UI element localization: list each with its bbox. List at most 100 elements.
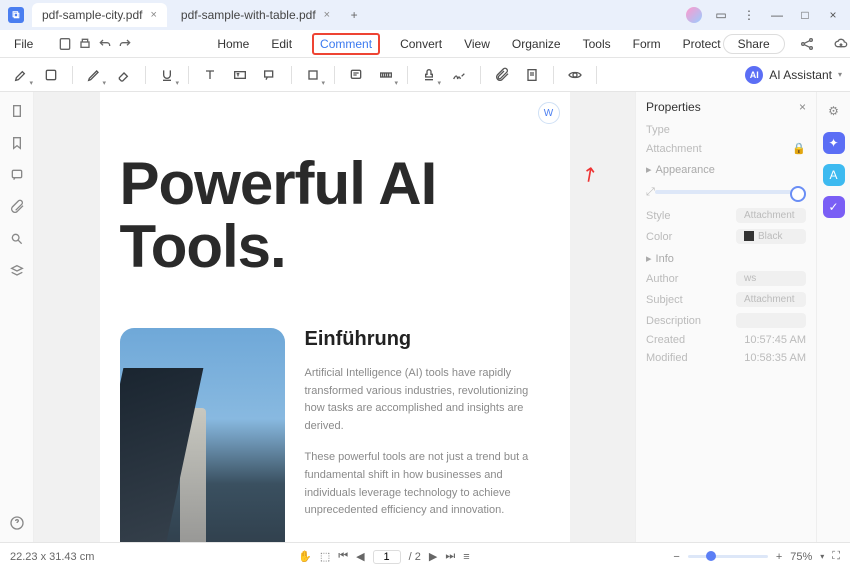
cloud-upload-icon[interactable]	[831, 34, 850, 54]
help-icon[interactable]	[8, 514, 26, 532]
style-field[interactable]: Attachment	[736, 208, 806, 223]
gem-icon[interactable]	[686, 7, 702, 23]
page-image	[120, 328, 285, 542]
fit-width-icon[interactable]: ⬚	[320, 550, 330, 563]
main-tabs: Home Edit Comment Convert View Organize …	[215, 33, 722, 55]
prev-page-icon[interactable]: ◀	[356, 550, 364, 563]
shape-tool[interactable]	[300, 62, 326, 88]
annotation-arrow: ↗	[575, 159, 603, 189]
print-icon[interactable]	[77, 34, 93, 54]
callout-tool[interactable]	[257, 62, 283, 88]
ai-label: AI Assistant	[769, 68, 832, 82]
color-field[interactable]: Black	[736, 229, 806, 244]
minimize-icon[interactable]: —	[768, 6, 786, 24]
hand-tool-icon[interactable]: ✋	[298, 550, 312, 563]
pencil-tool[interactable]	[81, 62, 107, 88]
page-paragraph: Artificial Intelligence (AI) tools have …	[305, 365, 550, 435]
author-field[interactable]: ws	[736, 271, 806, 286]
tab-inactive[interactable]: pdf-sample-with-table.pdf ×	[171, 3, 340, 27]
textbox-tool[interactable]	[227, 62, 253, 88]
close-window-icon[interactable]: ×	[824, 6, 842, 24]
tab-protect[interactable]: Protect	[681, 33, 723, 55]
close-panel-icon[interactable]: ×	[799, 100, 806, 114]
more-icon[interactable]: ⋮	[740, 6, 758, 24]
description-field[interactable]	[736, 313, 806, 328]
text-tool[interactable]	[197, 62, 223, 88]
underline-tool[interactable]	[154, 62, 180, 88]
ai-rail-icon[interactable]: ✦	[823, 132, 845, 154]
word-export-icon[interactable]: W	[538, 102, 560, 124]
statusbar: 22.23 x 31.43 cm ✋ ⬚ ⏮ ◀ / 2 ▶ ⏭ ≡ − + 7…	[0, 542, 850, 570]
measure-tool[interactable]	[373, 62, 399, 88]
attachment-label: Attachment	[646, 143, 702, 155]
style-label: Style	[646, 210, 670, 222]
created-value: 10:57:45 AM	[744, 334, 806, 346]
reflow-icon[interactable]: ≡	[463, 551, 469, 563]
subject-label: Subject	[646, 294, 683, 306]
zoom-in-icon[interactable]: +	[776, 551, 782, 563]
lock-icon[interactable]: 🔒	[792, 142, 806, 155]
signature-tool[interactable]	[446, 62, 472, 88]
info-section[interactable]: Info	[656, 253, 674, 265]
description-label: Description	[646, 315, 701, 327]
message-icon[interactable]: ▭	[712, 6, 730, 24]
author-label: Author	[646, 273, 678, 285]
tab-form[interactable]: Form	[631, 33, 663, 55]
workspace: ↗ W Powerful AI Tools. Einführung Artifi…	[0, 92, 850, 542]
next-page-icon[interactable]: ▶	[429, 550, 437, 563]
sticky-note-tool[interactable]	[343, 62, 369, 88]
maximize-icon[interactable]: □	[796, 6, 814, 24]
highlight-tool[interactable]	[8, 62, 34, 88]
first-page-icon[interactable]: ⏮	[338, 550, 348, 563]
tab-organize[interactable]: Organize	[510, 33, 563, 55]
zoom-slider[interactable]	[688, 555, 768, 558]
close-icon[interactable]: ×	[150, 9, 156, 21]
ai-assistant-button[interactable]: AI AI Assistant ▾	[745, 66, 842, 84]
note-tool[interactable]	[38, 62, 64, 88]
left-sidebar	[0, 92, 34, 542]
thumbnails-icon[interactable]	[8, 102, 26, 120]
undo-icon[interactable]	[97, 34, 113, 54]
eraser-tool[interactable]	[111, 62, 137, 88]
tab-convert[interactable]: Convert	[398, 33, 444, 55]
tab-comment[interactable]: Comment	[312, 33, 380, 55]
file-menu[interactable]: File	[8, 35, 39, 53]
tab-view[interactable]: View	[462, 33, 492, 55]
bookmarks-icon[interactable]	[8, 134, 26, 152]
cloud-share-icon[interactable]	[797, 34, 817, 54]
opacity-icon: ⤢	[646, 186, 655, 199]
search-panel-icon[interactable]	[8, 230, 26, 248]
redo-icon[interactable]	[117, 34, 133, 54]
zoom-value[interactable]: 75%	[790, 551, 812, 563]
properties-panel: Properties × Type Attachment 🔒 ▸Appearan…	[635, 92, 850, 542]
share-button[interactable]: Share	[723, 34, 785, 54]
tab-active[interactable]: pdf-sample-city.pdf ×	[32, 3, 167, 27]
new-tab-button[interactable]: +	[344, 8, 364, 22]
document-note-tool[interactable]	[519, 62, 545, 88]
attachments-panel-icon[interactable]	[8, 198, 26, 216]
page-number-input[interactable]	[373, 550, 401, 564]
settings-rail-icon[interactable]: ⚙	[823, 100, 845, 122]
opacity-slider[interactable]	[655, 190, 806, 194]
hide-comments-tool[interactable]	[562, 62, 588, 88]
fullscreen-icon[interactable]: ⛶	[832, 550, 840, 563]
zoom-out-icon[interactable]: −	[673, 551, 679, 563]
canvas-area[interactable]: ↗ W Powerful AI Tools. Einführung Artifi…	[34, 92, 635, 542]
stamp-tool[interactable]	[416, 62, 442, 88]
tab-edit[interactable]: Edit	[269, 33, 294, 55]
attachment-tool[interactable]	[489, 62, 515, 88]
layers-icon[interactable]	[8, 262, 26, 280]
close-icon[interactable]: ×	[324, 9, 330, 21]
assist-rail-icon[interactable]: A	[823, 164, 845, 186]
page-subheading: Einführung	[305, 328, 550, 351]
last-page-icon[interactable]: ⏭	[445, 550, 455, 563]
tab-home[interactable]: Home	[215, 33, 251, 55]
pdf-page: W Powerful AI Tools. Einführung Artifici…	[100, 92, 570, 542]
check-rail-icon[interactable]: ✓	[823, 196, 845, 218]
tab-tools[interactable]: Tools	[581, 33, 613, 55]
appearance-section[interactable]: Appearance	[656, 164, 715, 176]
subject-field[interactable]: Attachment	[736, 292, 806, 307]
tab-label: pdf-sample-city.pdf	[42, 8, 142, 22]
comments-panel-icon[interactable]	[8, 166, 26, 184]
save-icon[interactable]	[57, 34, 73, 54]
